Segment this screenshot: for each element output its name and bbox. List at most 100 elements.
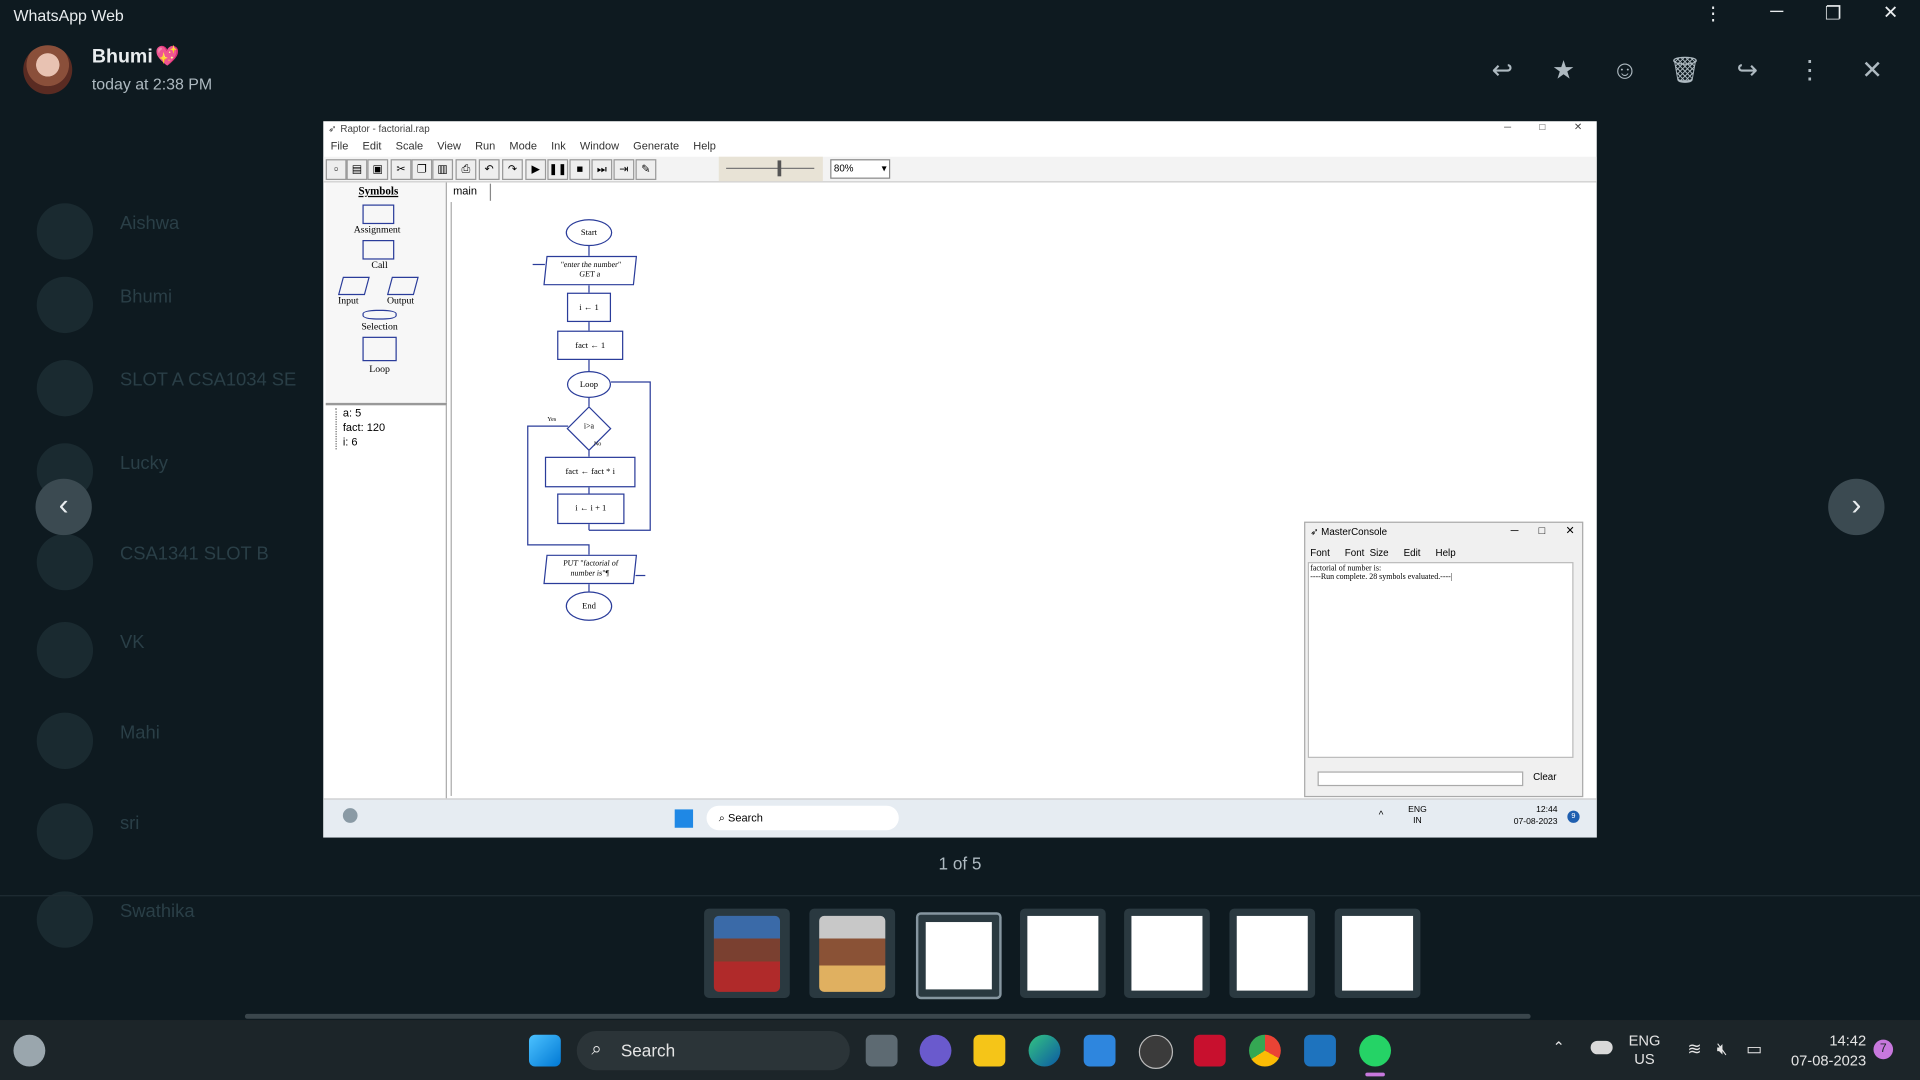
store-icon[interactable] <box>1083 1034 1116 1067</box>
start-node[interactable]: Start <box>565 219 613 247</box>
undo-icon[interactable]: ↶ <box>478 159 500 181</box>
console-window-controls[interactable]: ─ □ ✕ <box>1511 524 1575 537</box>
wifi-icon[interactable]: ≋ <box>1687 1038 1701 1059</box>
step-icon[interactable]: ⏭ <box>591 159 613 181</box>
teams-icon[interactable] <box>919 1034 952 1067</box>
language-indicator[interactable]: ENG US <box>1629 1032 1661 1069</box>
notification-badge[interactable]: 7 <box>1873 1039 1894 1060</box>
redo-icon[interactable]: ↷ <box>502 159 523 181</box>
output-node[interactable]: PUT "factorial of number is"¶ <box>543 554 638 585</box>
loop-symbol-icon[interactable] <box>362 336 397 362</box>
thumbnail-divider <box>0 895 1920 897</box>
raptor-close[interactable]: ✕ <box>1574 121 1582 132</box>
raptor-menu-window[interactable]: Window <box>580 140 619 152</box>
edge-icon[interactable] <box>1028 1034 1061 1067</box>
chat-row: Bhumi <box>36 269 319 334</box>
chrome-icon[interactable] <box>1248 1034 1281 1067</box>
raptor-menu-run[interactable]: Run <box>475 140 495 152</box>
weather-widget-icon[interactable] <box>13 1034 46 1067</box>
delete-icon[interactable]: 🗑 <box>1668 54 1702 88</box>
console-menu-font[interactable]: Font <box>1310 547 1330 558</box>
new-icon[interactable]: ▫ <box>325 159 347 181</box>
pause-icon[interactable]: ❚❚ <box>547 159 569 181</box>
print-icon[interactable]: ⎙ <box>455 159 477 181</box>
close-icon[interactable]: ✕ <box>1855 54 1889 88</box>
assign-i-node[interactable]: i ← 1 <box>566 292 612 323</box>
input-node[interactable]: "enter the number" GET a <box>543 255 638 286</box>
raptor-minimize[interactable]: ─ <box>1504 121 1511 132</box>
thumbnail-scrollbar[interactable] <box>244 1013 1531 1019</box>
console-title: ➶ MasterConsole <box>1310 526 1388 538</box>
console-input[interactable] <box>1317 771 1524 787</box>
reply-icon[interactable]: ↩ <box>1485 54 1519 88</box>
pen-icon[interactable]: ✎ <box>635 159 657 181</box>
onedrive-icon[interactable] <box>1590 1040 1613 1055</box>
end-node[interactable]: End <box>565 591 613 621</box>
emoji-icon[interactable]: ☺ <box>1608 54 1642 88</box>
loop-node[interactable]: Loop <box>566 371 612 398</box>
tab-main[interactable]: main <box>453 185 477 197</box>
task-view-icon[interactable] <box>865 1034 898 1067</box>
raptor-menu-help[interactable]: Help <box>693 140 716 152</box>
sender-name[interactable]: Bhumi 💖 <box>92 44 180 68</box>
assign-fact-mult-node[interactable]: fact ← fact * i <box>544 456 636 488</box>
sender-avatar[interactable] <box>23 45 73 95</box>
taskbar-clock[interactable]: 14:42 07-08-2023 <box>1783 1031 1866 1070</box>
assign-fact-node[interactable]: fact ← 1 <box>557 330 624 361</box>
save-icon[interactable]: ▣ <box>367 159 389 181</box>
selection-symbol-icon[interactable] <box>362 309 397 320</box>
step-into-icon[interactable]: ⇥ <box>613 159 635 181</box>
previous-media-button[interactable]: ‹ <box>35 478 92 536</box>
tray-chevron-icon[interactable]: ⌃ <box>1553 1038 1565 1055</box>
battery-icon[interactable]: ▭ <box>1746 1038 1762 1059</box>
thumbnail-3-selected[interactable] <box>915 912 1002 1000</box>
mcafee-icon[interactable] <box>1193 1034 1226 1067</box>
star-icon[interactable]: ★ <box>1547 54 1581 88</box>
thumbnail-6[interactable] <box>1229 908 1316 998</box>
raptor-menu-scale[interactable]: Scale <box>396 140 424 152</box>
call-symbol-icon[interactable] <box>362 240 395 260</box>
whatsapp-taskbar-icon[interactable] <box>1359 1034 1392 1067</box>
maximize-button[interactable]: ❐ <box>1815 2 1852 25</box>
thumbnail-5[interactable] <box>1124 908 1210 998</box>
raptor-menu-file[interactable]: File <box>331 140 349 152</box>
windows-start-icon[interactable] <box>528 1034 561 1067</box>
window-menu-icon[interactable]: ⋮ <box>1695 2 1732 25</box>
thumbnail-7[interactable] <box>1334 908 1421 998</box>
window-close-button[interactable]: ✕ <box>1872 1 1909 23</box>
play-icon[interactable]: ▶ <box>525 159 547 181</box>
raptor-maximize[interactable]: □ <box>1539 121 1545 132</box>
console-menu-help[interactable]: Help <box>1435 547 1455 558</box>
open-icon[interactable]: ▤ <box>346 159 368 181</box>
volume-muted-icon[interactable]: 🔇︎ <box>1717 1038 1728 1059</box>
assignment-symbol-icon[interactable] <box>362 204 395 225</box>
raptor-menu-ink[interactable]: Ink <box>551 140 566 152</box>
output-symbol-icon[interactable] <box>386 276 419 296</box>
thumbnail-4[interactable] <box>1020 908 1106 998</box>
raptor-menu-generate[interactable]: Generate <box>633 140 679 152</box>
paste-icon[interactable]: ▥ <box>432 159 454 181</box>
console-clear-button[interactable]: Clear <box>1533 771 1556 782</box>
thumbnail-2[interactable] <box>809 908 896 998</box>
thumbnail-1[interactable] <box>704 908 790 998</box>
dell-icon[interactable] <box>1138 1034 1174 1069</box>
copy-icon[interactable]: ❐ <box>411 159 433 181</box>
console-menu-fontsize[interactable]: Font Size <box>1345 547 1389 558</box>
console-menu-edit[interactable]: Edit <box>1404 547 1421 558</box>
raptor-menu-mode[interactable]: Mode <box>509 140 537 152</box>
more-icon[interactable]: ⋮ <box>1793 54 1827 88</box>
cut-icon[interactable]: ✂ <box>390 159 412 181</box>
input-symbol-icon[interactable] <box>337 276 370 296</box>
next-media-button[interactable]: › <box>1828 478 1885 536</box>
assign-increment-node[interactable]: i ← i + 1 <box>557 493 625 525</box>
speed-slider[interactable] <box>718 156 823 182</box>
stop-icon[interactable]: ■ <box>569 159 591 181</box>
taskbar-search[interactable]: ⌕ Search <box>576 1031 850 1071</box>
minimize-button[interactable]: ─ <box>1758 1 1795 22</box>
raptor-menu-view[interactable]: View <box>437 140 461 152</box>
forward-icon[interactable]: ↪ <box>1730 54 1764 88</box>
file-explorer-icon[interactable] <box>973 1034 1006 1067</box>
raptor-menu-edit[interactable]: Edit <box>362 140 381 152</box>
zoom-select[interactable]: 80% ▾ <box>830 159 891 179</box>
app-window-icon[interactable] <box>1304 1034 1336 1067</box>
